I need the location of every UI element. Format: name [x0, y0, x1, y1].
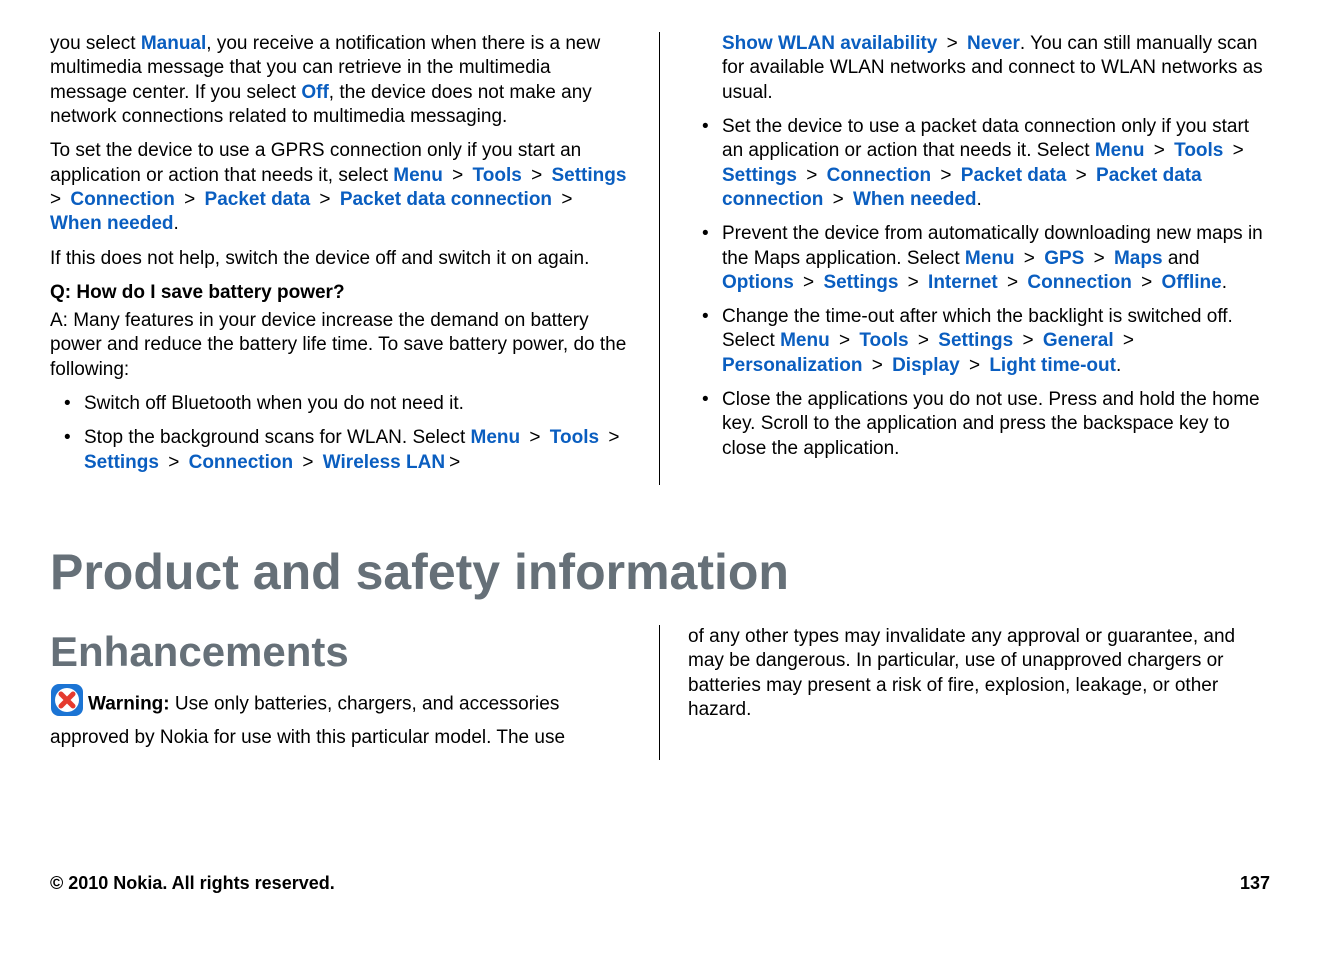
nav-path-maps1: Menu > GPS > Maps: [965, 248, 1163, 269]
menu-item: General: [1043, 330, 1114, 351]
nav-path-maps2: Options > Settings > Internet > Connecti…: [722, 272, 1222, 293]
copyright: © 2010 Nokia. All rights reserved.: [50, 873, 335, 894]
menu-item: Never: [967, 33, 1020, 54]
menu-item: GPS: [1044, 248, 1084, 269]
menu-item: Tools: [550, 427, 599, 448]
battery-tips-list: Switch off Bluetooth when you do not nee…: [50, 392, 631, 475]
warning-label: Warning:: [88, 693, 175, 714]
answer-battery: A: Many features in your device increase…: [50, 309, 631, 382]
menu-item: Personalization: [722, 355, 862, 376]
menu-item: Settings: [823, 272, 898, 293]
menu-item: Internet: [928, 272, 998, 293]
menu-item: Connection: [189, 452, 294, 473]
menu-item: Offline: [1162, 272, 1222, 293]
menu-item: Wireless LAN: [323, 452, 445, 473]
menu-item: Packet data: [205, 189, 311, 210]
menu-item: Show WLAN availability: [722, 33, 937, 54]
warning-icon: [50, 683, 84, 724]
lower-column-right: of any other types may invalidate any ap…: [660, 625, 1270, 760]
paragraph-mm-retrieval: you select Manual, you receive a notific…: [50, 32, 631, 129]
menu-item: Menu: [780, 330, 830, 351]
nav-path-backlight: Menu > Tools > Settings > General > Pers…: [722, 330, 1138, 375]
menu-item: Settings: [938, 330, 1013, 351]
menu-item: Connection: [70, 189, 175, 210]
column-left: you select Manual, you receive a notific…: [50, 32, 660, 485]
menu-item: Tools: [859, 330, 908, 351]
menu-item: Connection: [827, 165, 932, 186]
menu-item: Settings: [551, 165, 626, 186]
page: you select Manual, you receive a notific…: [0, 0, 1322, 954]
menu-item: Options: [722, 272, 794, 293]
menu-off: Off: [301, 82, 328, 103]
heading-enhancements: Enhancements: [50, 625, 631, 679]
tip-wlan-scan-cont: Show WLAN availability > Never. You can …: [688, 32, 1270, 105]
warning-paragraph: Warning: Use only batteries, chargers, a…: [50, 683, 631, 751]
menu-item: Maps: [1114, 248, 1163, 269]
tip-close-apps: Close the applications you do not use. P…: [688, 388, 1270, 461]
page-footer: © 2010 Nokia. All rights reserved. 137: [50, 873, 1270, 894]
menu-item: Display: [892, 355, 960, 376]
menu-item: Connection: [1027, 272, 1132, 293]
paragraph-restart: If this does not help, switch the device…: [50, 247, 631, 271]
column-right: Show WLAN availability > Never. You can …: [660, 32, 1270, 485]
menu-item: When needed: [853, 189, 977, 210]
menu-item: Tools: [473, 165, 522, 186]
nav-path-wlan-cont: Show WLAN availability > Never: [722, 33, 1020, 54]
menu-item: Settings: [84, 452, 159, 473]
menu-item: Packet data connection: [340, 189, 552, 210]
tip-wlan-scan: Stop the background scans for WLAN. Sele…: [50, 426, 631, 475]
tip-bluetooth: Switch off Bluetooth when you do not nee…: [50, 392, 631, 416]
menu-item: Packet data: [961, 165, 1067, 186]
page-number: 137: [1240, 873, 1270, 894]
menu-item: Settings: [722, 165, 797, 186]
menu-item: Menu: [1095, 140, 1145, 161]
menu-item: Menu: [393, 165, 443, 186]
menu-item: When needed: [50, 213, 174, 234]
battery-tips-list-cont: Set the device to use a packet data conn…: [688, 115, 1270, 461]
paragraph-gprs: To set the device to use a GPRS connecti…: [50, 139, 631, 236]
menu-item: Menu: [471, 427, 521, 448]
tip-maps: Prevent the device from automatically do…: [688, 222, 1270, 295]
heading-product-safety: Product and safety information: [50, 543, 1270, 601]
tip-packet-data: Set the device to use a packet data conn…: [688, 115, 1270, 212]
tip-backlight: Change the time-out after which the back…: [688, 305, 1270, 378]
menu-item: Menu: [965, 248, 1015, 269]
warning-text-cont: of any other types may invalidate any ap…: [688, 625, 1270, 722]
menu-item: Tools: [1174, 140, 1223, 161]
upper-columns: you select Manual, you receive a notific…: [50, 32, 1270, 485]
lower-columns: Enhancements Warning: Use only batteries…: [50, 625, 1270, 760]
menu-manual: Manual: [141, 33, 206, 54]
lower-column-left: Enhancements Warning: Use only batteries…: [50, 625, 660, 760]
question-battery: Q: How do I save battery power?: [50, 281, 631, 305]
menu-item: Light time-out: [989, 355, 1116, 376]
